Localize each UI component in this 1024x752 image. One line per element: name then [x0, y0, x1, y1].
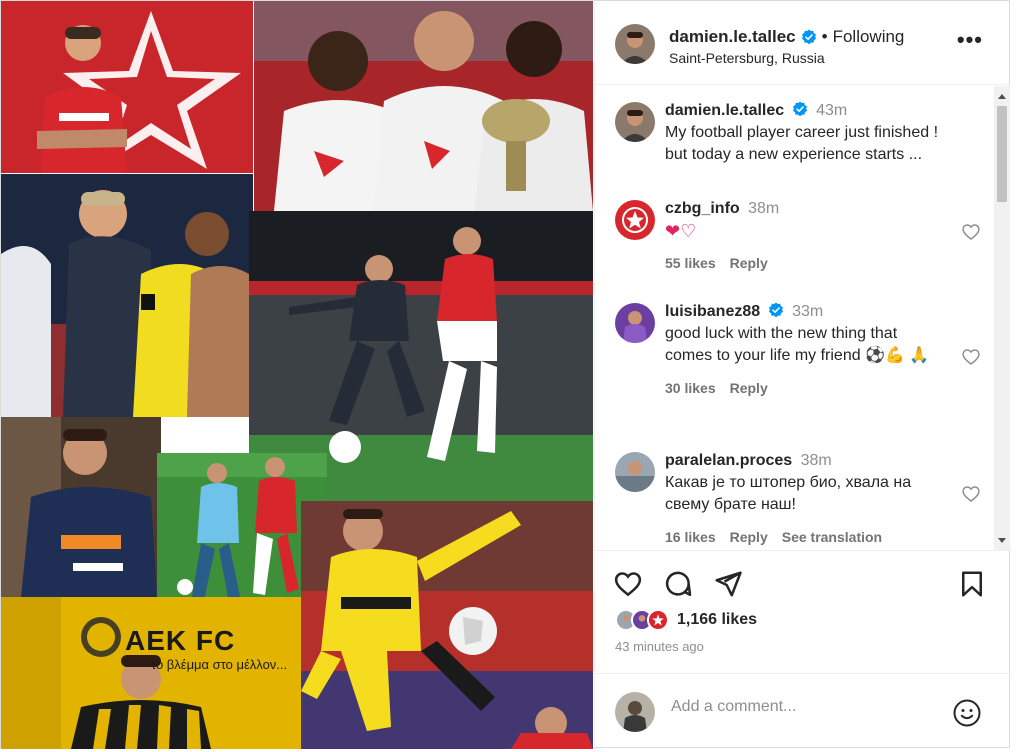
comment-text: My football player career just finished … — [665, 124, 939, 163]
comment-text: good luck with the new thing that comes … — [665, 325, 930, 364]
comment-text: ❤♡ — [665, 221, 697, 241]
comment-meta: 55 likes Reply — [665, 252, 955, 274]
post-time-ago: 43 minutes ago — [615, 639, 704, 654]
header-separator: • — [821, 27, 828, 46]
liker-avatar — [647, 609, 669, 631]
comment-meta: 30 likes Reply — [665, 377, 955, 399]
comment-username[interactable]: damien.le.tallec — [665, 102, 784, 119]
reply-button[interactable]: Reply — [730, 526, 768, 548]
aek-fc-text: AEK FC — [125, 625, 236, 656]
verified-badge-icon — [801, 29, 816, 45]
comment-time: 38m — [800, 452, 832, 469]
trophy-celebration-photo — [254, 1, 593, 211]
add-comment-bar — [595, 673, 1012, 749]
comments-list[interactable]: damien.le.tallec 43m My football player … — [595, 86, 1012, 551]
comment-body: paralelan.proces 38m Какав је то штопер … — [665, 450, 955, 548]
author-username[interactable]: damien.le.tallec — [669, 27, 796, 47]
reply-button[interactable]: Reply — [730, 377, 768, 399]
aek-fc-subtext: το βλέμμα στο μέλλον... — [151, 657, 288, 672]
comments-scrollbar[interactable] — [994, 86, 1010, 550]
dortmund-match-photo — [301, 501, 593, 749]
comment-avatar[interactable] — [615, 102, 655, 142]
post-location[interactable]: Saint-Petersburg, Russia — [669, 50, 825, 66]
comment-username[interactable]: paralelan.proces — [665, 452, 792, 469]
author-line: damien.le.tallec • Following — [669, 27, 904, 47]
comment-time: 43m — [816, 102, 848, 119]
comment-time: 38m — [748, 200, 780, 217]
comment-text: Какав је то штопер био, хвала на свему б… — [665, 474, 912, 513]
heart-icon[interactable] — [613, 569, 643, 599]
comment-meta: 16 likes Reply See translation — [665, 526, 955, 548]
add-comment-input[interactable] — [671, 698, 931, 716]
instagram-post-modal: AEK FC το βλέμμα στο μέλλον... damien.le… — [0, 0, 1012, 749]
comment-time: 33m — [792, 303, 824, 320]
comment-icon[interactable] — [663, 569, 693, 599]
comment-like-heart-icon[interactable] — [961, 222, 981, 242]
following-button[interactable]: Following — [833, 27, 905, 47]
comment-username[interactable]: luisibanez88 — [665, 303, 760, 320]
comment-avatar[interactable] — [615, 303, 655, 343]
comment-like-heart-icon[interactable] — [961, 484, 981, 504]
verified-badge-icon — [792, 101, 807, 117]
comment-avatar[interactable] — [615, 200, 655, 240]
author-avatar[interactable] — [615, 24, 655, 64]
comment-body: czbg_info 38m ❤♡ 55 likes Reply — [665, 198, 955, 274]
reply-button[interactable]: Reply — [730, 252, 768, 274]
likes-summary[interactable]: 1,166 likes — [615, 609, 757, 631]
comment-avatar[interactable] — [615, 452, 655, 492]
sponsor-portrait-photo — [1, 417, 161, 597]
coach-hug-photo — [1, 174, 253, 417]
scroll-down-arrow-icon[interactable] — [998, 538, 1006, 543]
scroll-up-arrow-icon[interactable] — [998, 94, 1006, 99]
comment-username[interactable]: czbg_info — [665, 200, 740, 217]
see-translation-link[interactable]: See translation — [782, 526, 882, 548]
post-header: damien.le.tallec • Following Saint-Peter… — [595, 1, 1011, 85]
comment-likes[interactable]: 16 likes — [665, 526, 716, 548]
red-star-photo — [1, 1, 253, 173]
verified-badge-icon — [768, 302, 783, 318]
aek-fc-photo: AEK FC το βλέμμα στο μέλλον... — [1, 597, 301, 749]
likes-count[interactable]: 1,166 likes — [677, 611, 757, 629]
smiley-icon[interactable] — [952, 698, 982, 728]
current-user-avatar — [615, 692, 655, 732]
comment-body: luisibanez88 33m good luck with the new … — [665, 301, 955, 399]
comment-body: damien.le.tallec 43m My football player … — [665, 100, 955, 166]
comment-likes[interactable]: 30 likes — [665, 377, 716, 399]
comment-likes[interactable]: 55 likes — [665, 252, 716, 274]
post-side-panel: damien.le.tallec • Following Saint-Peter… — [594, 1, 1012, 749]
scrollbar-thumb[interactable] — [997, 106, 1007, 202]
bookmark-icon[interactable] — [957, 569, 987, 599]
post-image-collage[interactable]: AEK FC το βλέμμα στο μέλλον... — [1, 1, 593, 749]
comment-like-heart-icon[interactable] — [961, 347, 981, 367]
paper-plane-icon[interactable] — [713, 569, 743, 599]
more-options-icon[interactable]: ••• — [957, 29, 983, 51]
